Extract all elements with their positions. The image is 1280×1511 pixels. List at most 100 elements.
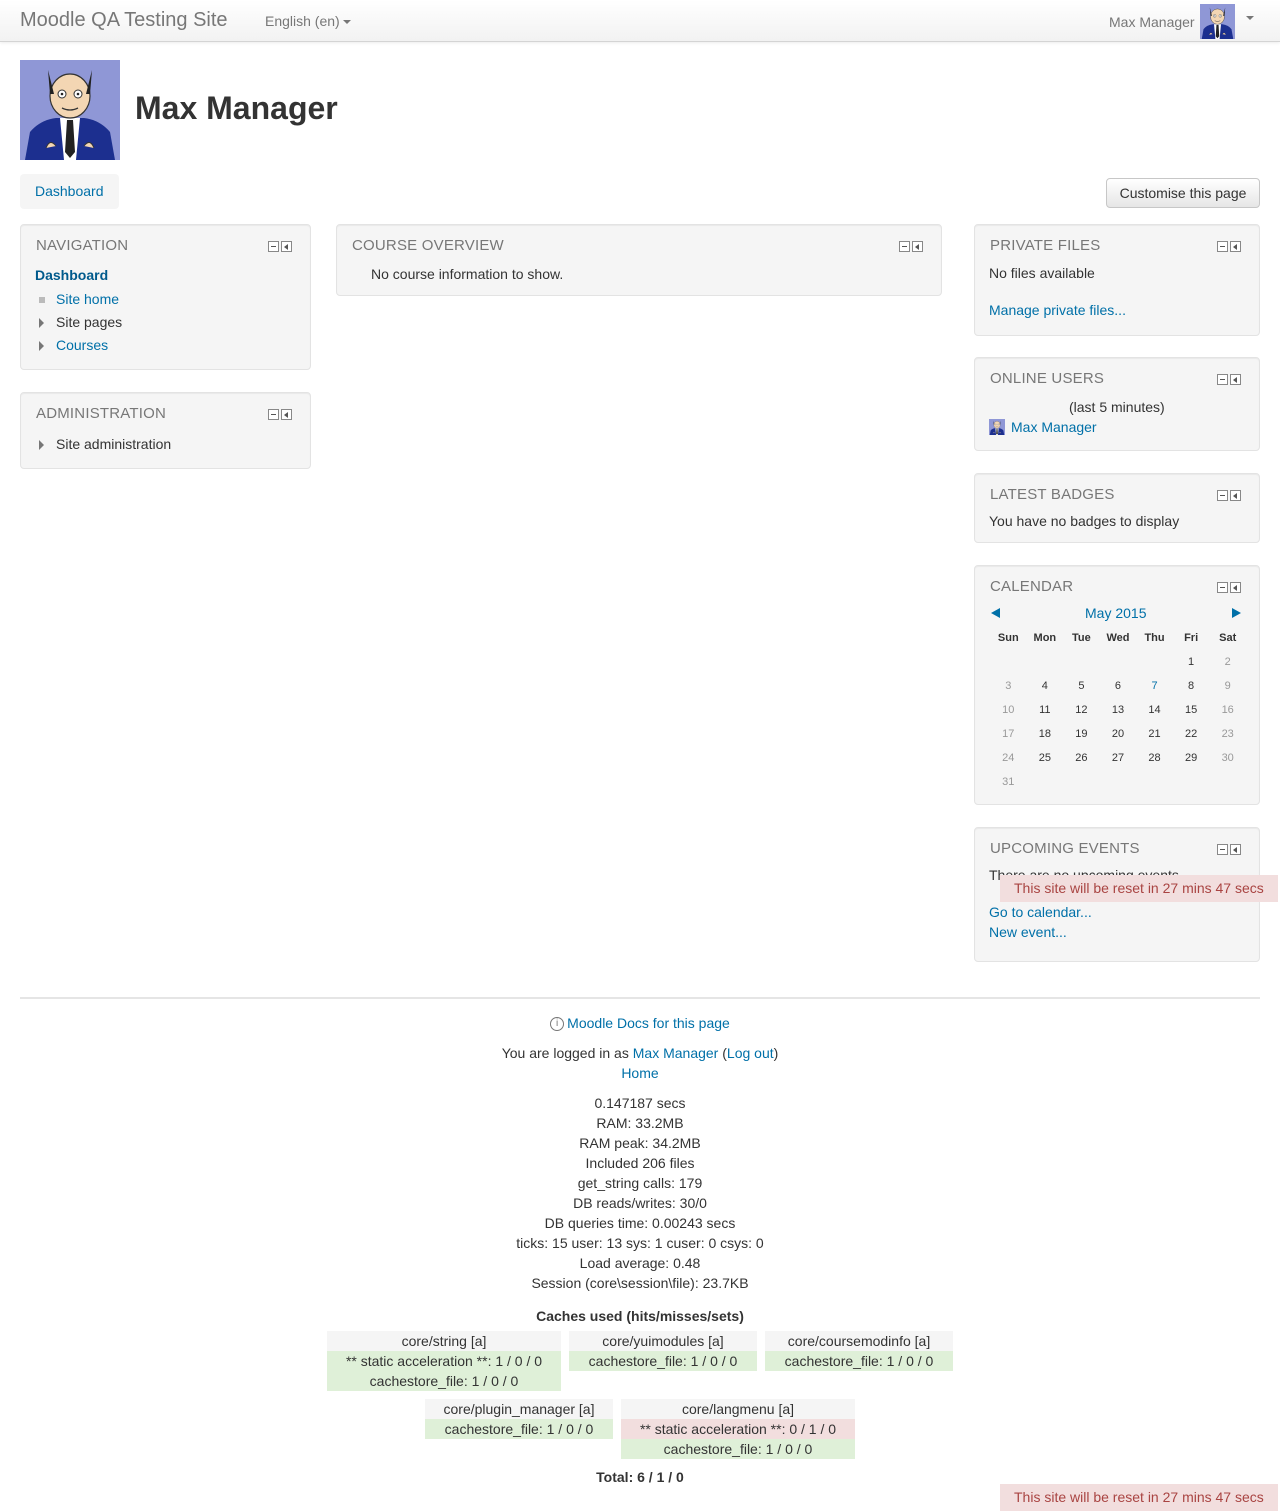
dock-icon[interactable]: [1230, 241, 1241, 252]
block-controls: [1217, 844, 1241, 855]
dock-icon[interactable]: [1230, 582, 1241, 593]
calendar-day: 28: [1148, 752, 1161, 764]
perf-stat: DB queries time: 0.00243 secs: [544, 1215, 736, 1231]
customise-page-button[interactable]: Customise this page: [1106, 178, 1260, 208]
sidebar-item-site-home[interactable]: Site home: [39, 291, 119, 307]
dock-icon[interactable]: [281, 241, 292, 252]
minimize-icon[interactable]: [899, 241, 910, 252]
sidebar-item-label: Site pages: [56, 314, 123, 330]
page-title: Max Manager: [135, 90, 338, 126]
block-controls: [268, 409, 292, 420]
reset-notice: This site will be reset in 27 mins 47 se…: [1000, 875, 1278, 902]
navigation-block: Navigation Dashboard Site home Site page…: [20, 224, 311, 370]
nav-dashboard-link[interactable]: Dashboard: [35, 267, 108, 283]
expand-arrow-icon: [39, 341, 44, 352]
sidebar-item-site-administration[interactable]: Site administration: [39, 436, 171, 452]
calendar-day: [1063, 650, 1100, 674]
cache-stat: ** static acceleration **: 1 / 0 / 0: [327, 1351, 561, 1371]
cache-name: core/string [a]: [327, 1331, 561, 1351]
home-link[interactable]: Home: [621, 1065, 658, 1081]
calendar-day: 13: [1111, 704, 1125, 716]
online-user-item[interactable]: Max Manager: [989, 419, 1097, 435]
language-menu[interactable]: English ‎(en)‎: [265, 13, 351, 29]
block-title: Calendar: [990, 578, 1074, 595]
expand-arrow-icon: [39, 318, 44, 329]
minimize-icon[interactable]: [1217, 241, 1228, 252]
calendar-day: [1063, 770, 1100, 794]
calendar-day-today-link[interactable]: 7: [1136, 674, 1173, 698]
dock-icon[interactable]: [281, 409, 292, 420]
calendar-day: [1100, 770, 1137, 794]
sidebar-item-courses[interactable]: Courses: [39, 337, 108, 353]
calendar-day: [1136, 650, 1173, 674]
calendar-day: 12: [1075, 704, 1088, 716]
calendar-day: 20: [1111, 728, 1125, 740]
manage-private-files-link[interactable]: Manage private files...: [989, 302, 1126, 318]
calendar-next-month-icon[interactable]: [1232, 608, 1241, 618]
dock-icon[interactable]: [1230, 490, 1241, 501]
footer-divider: [20, 997, 1260, 999]
login-prefix: You are logged in as: [501, 1045, 629, 1061]
online-users-period: (last 5 minutes): [1069, 399, 1165, 415]
perf-stat: ticks: 15 user: 13 sys: 1 cuser: 0 csys:…: [516, 1235, 764, 1251]
minimize-icon[interactable]: [1217, 844, 1228, 855]
calendar-day-header: Fri: [1184, 632, 1199, 644]
dock-icon[interactable]: [1230, 374, 1241, 385]
calendar-day: 1: [1188, 656, 1195, 668]
calendar-day: 23: [1221, 728, 1234, 740]
new-event-link[interactable]: New event...: [989, 924, 1067, 940]
cache-entry: core/langmenu [a] ** static acceleration…: [621, 1399, 855, 1459]
cache-entry: core/string [a] ** static acceleration *…: [327, 1331, 561, 1391]
minimize-icon[interactable]: [1217, 490, 1228, 501]
footer-user-link[interactable]: Max Manager: [633, 1045, 719, 1061]
cache-name: core/plugin_manager [a]: [425, 1399, 613, 1419]
private-files-message: No files available: [989, 265, 1095, 281]
site-brand-link[interactable]: Moodle QA Testing Site: [20, 9, 228, 32]
language-label: English ‎(en)‎: [265, 13, 340, 29]
cache-stat: cachestore_file: 1 / 0 / 0: [327, 1371, 561, 1391]
calendar-day-header: Tue: [1072, 632, 1091, 644]
go-to-calendar-link[interactable]: Go to calendar...: [989, 904, 1092, 920]
block-title: Navigation: [36, 237, 129, 254]
user-avatar[interactable]: [1200, 4, 1235, 39]
minimize-icon[interactable]: [268, 409, 279, 420]
online-users-block: Online users (last 5 minutes) Max Manage…: [974, 357, 1260, 451]
calendar-day: 30: [1221, 752, 1234, 764]
calendar-day: [1100, 650, 1137, 674]
cache-stat: cachestore_file: 1 / 0 / 0: [569, 1351, 757, 1371]
home-row: Home: [0, 1065, 1280, 1081]
sidebar-item-label: Site home: [56, 291, 120, 307]
calendar-day: 2: [1224, 656, 1231, 668]
logout-link[interactable]: Log out: [727, 1045, 774, 1061]
breadcrumb-dashboard-link[interactable]: Dashboard: [35, 183, 104, 199]
moodle-docs-link[interactable]: i Moodle Docs for this page: [550, 1015, 730, 1032]
cache-stat: cachestore_file: 1 / 0 / 0: [425, 1419, 613, 1439]
minimize-icon[interactable]: [268, 241, 279, 252]
calendar-day: 26: [1075, 752, 1088, 764]
calendar-day: 21: [1148, 728, 1161, 740]
block-controls: [899, 241, 923, 252]
user-menu-name[interactable]: Max Manager: [1109, 14, 1195, 30]
calendar-day: [1209, 770, 1246, 794]
calendar-day: [1027, 650, 1064, 674]
user-avatar-small: [989, 419, 1005, 435]
user-menu-chevron-down-icon[interactable]: [1246, 16, 1254, 20]
calendar-month-link[interactable]: May 2015: [1085, 605, 1146, 621]
moodle-docs-row: i Moodle Docs for this page: [0, 1015, 1280, 1032]
private-files-block: Private files No files available Manage …: [974, 224, 1260, 336]
dock-icon[interactable]: [912, 241, 923, 252]
block-controls: [1217, 582, 1241, 593]
breadcrumb: Dashboard: [20, 174, 119, 209]
sidebar-item-label: Courses: [56, 337, 109, 353]
latest-badges-message: You have no badges to display: [989, 513, 1180, 529]
minimize-icon[interactable]: [1217, 582, 1228, 593]
block-title: Private files: [990, 237, 1101, 254]
minimize-icon[interactable]: [1217, 374, 1228, 385]
block-controls: [268, 241, 292, 252]
sidebar-item-site-pages[interactable]: Site pages: [39, 314, 122, 330]
calendar-day-header: Thu: [1144, 632, 1165, 644]
calendar-day: 6: [1114, 680, 1122, 692]
dock-icon[interactable]: [1230, 844, 1241, 855]
calendar-day: 16: [1221, 704, 1234, 716]
calendar-prev-month-icon[interactable]: [991, 608, 1000, 618]
